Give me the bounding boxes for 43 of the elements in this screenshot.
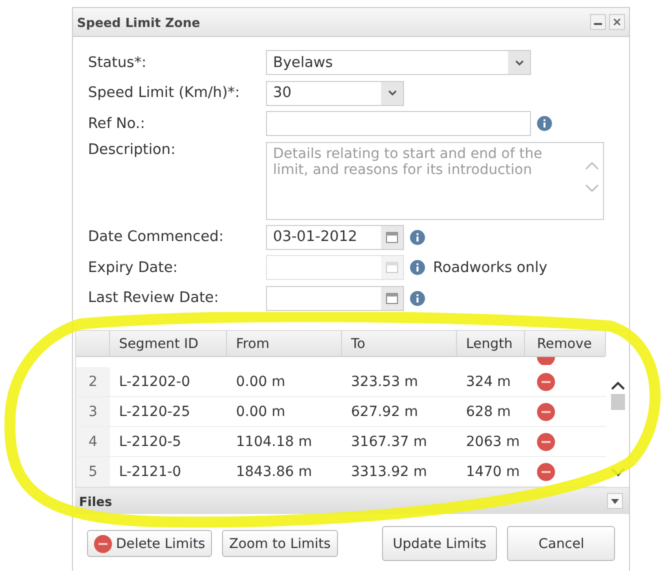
table-cell-text: 628 m bbox=[465, 404, 512, 420]
field-label: Status*: bbox=[88, 54, 148, 71]
field-label: Last Review Date: bbox=[88, 290, 220, 306]
placeholder-text: Details relating to start and end of the limit, and reasons for its introduction bbox=[273, 146, 544, 180]
field-label: Description: bbox=[88, 142, 176, 158]
table-cell-text: L-2121-0 bbox=[118, 464, 182, 480]
field-label: Speed Limit (Km/h)*: bbox=[88, 85, 241, 102]
table-cell-text: 0.00 m bbox=[235, 404, 286, 420]
field-label: Expiry Date: bbox=[88, 260, 179, 276]
action-button[interactable]: Cancel bbox=[507, 526, 616, 561]
action-button[interactable]: Delete Limits bbox=[87, 530, 212, 557]
action-button[interactable]: Zoom to Limits bbox=[222, 530, 338, 557]
table-cell-text: 3313.92 m bbox=[350, 464, 428, 480]
table-cell-text: 324 m bbox=[465, 374, 512, 390]
table-cell-text: 323.53 m bbox=[350, 374, 420, 390]
dropdown[interactable]: Byelaws bbox=[266, 50, 531, 76]
table-cell-text: 2063 m bbox=[465, 434, 521, 450]
column-header[interactable]: Remove bbox=[525, 331, 606, 356]
column-header[interactable]: To bbox=[342, 331, 457, 356]
row-number: 5 bbox=[76, 457, 110, 486]
table-cell-text: 3167.37 m bbox=[350, 434, 428, 450]
table-cell-text: 1843.86 m bbox=[235, 464, 313, 480]
date-field[interactable]: 03-01-2012 bbox=[266, 224, 404, 250]
field-label: Ref No.: bbox=[88, 116, 146, 132]
action-button[interactable]: Update Limits bbox=[382, 526, 498, 561]
window-title: Speed Limit Zone bbox=[77, 14, 200, 30]
panel-title: Files bbox=[79, 494, 112, 508]
table-cell-text: 627.92 m bbox=[350, 404, 420, 420]
hint-text: Roadworks only bbox=[433, 260, 548, 276]
row-number: 3 bbox=[76, 397, 110, 426]
column-header[interactable]: Segment ID bbox=[110, 331, 227, 356]
field-label: Date Commenced: bbox=[88, 229, 225, 246]
table-cell-text: 1470 m bbox=[465, 464, 521, 480]
row-number: 4 bbox=[76, 427, 110, 456]
table-cell-text: 1104.18 m bbox=[235, 434, 313, 450]
row-number: 2 bbox=[76, 367, 110, 396]
table-cell-text: L-21202-0 bbox=[118, 374, 192, 390]
table-cell-text: L-2120-25 bbox=[118, 404, 192, 420]
table-cell-text: L-2120-5 bbox=[118, 434, 182, 450]
dropdown[interactable]: 30 bbox=[266, 80, 404, 106]
column-header[interactable]: Length bbox=[457, 331, 525, 356]
column-header[interactable]: From bbox=[227, 331, 342, 356]
table-cell-text: 0.00 m bbox=[235, 374, 286, 390]
